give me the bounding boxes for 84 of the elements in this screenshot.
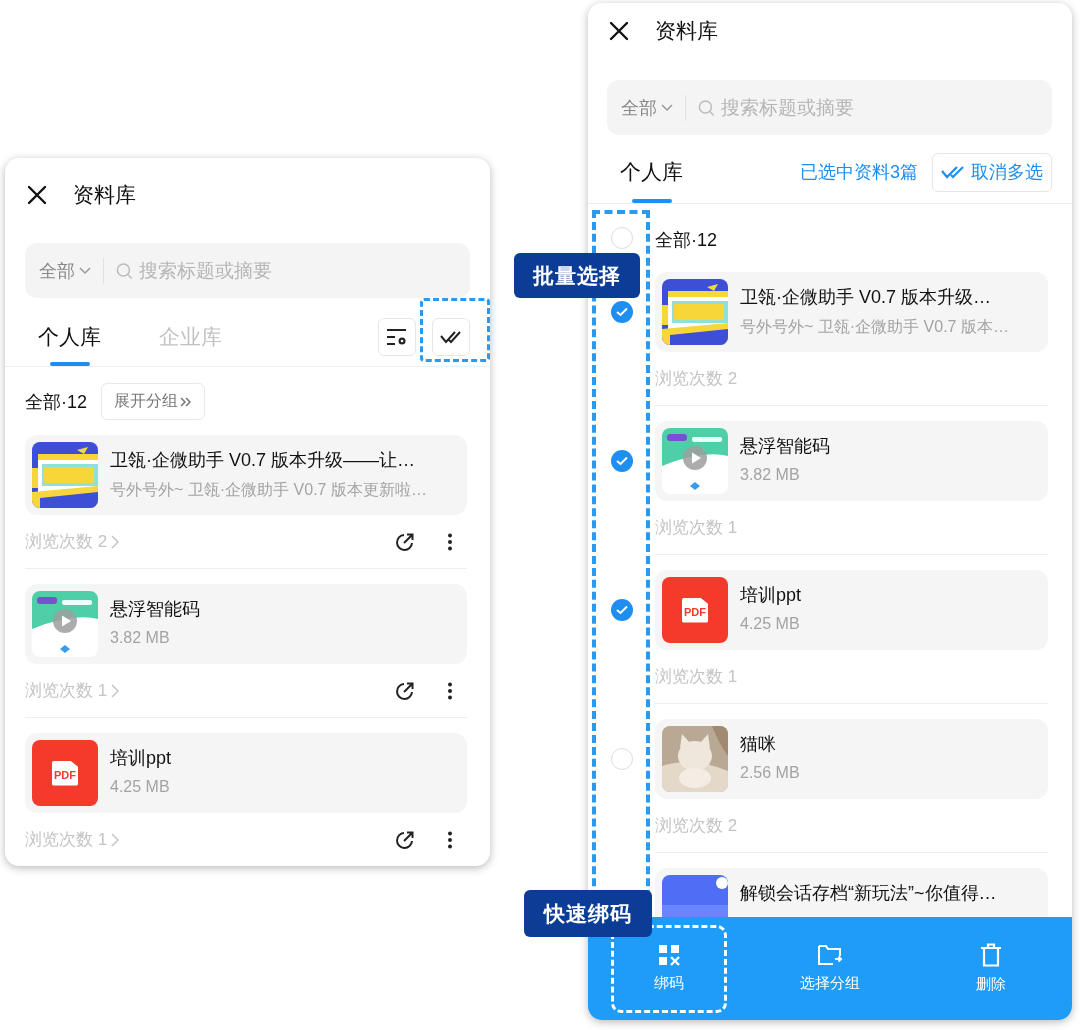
checkmark-icon — [615, 456, 628, 466]
more-button[interactable] — [447, 532, 453, 551]
group-label: 全部·12 — [655, 228, 717, 252]
panel-title: 资料库 — [73, 182, 136, 208]
file-summary: 4.25 MB — [740, 615, 801, 633]
file-card[interactable]: 猫咪 2.56 MB — [655, 719, 1048, 799]
search-icon — [698, 98, 715, 117]
group-settings-button[interactable] — [378, 318, 416, 356]
chevron-right-icon — [111, 534, 120, 549]
file-card[interactable]: 卫瓴·企微助手 V0.7 版本升级——让… 号外号外~ 卫瓴·企微助手 V0.7 版本更新啦… — [25, 435, 467, 515]
file-title: 卫瓴·企微助手 V0.7 版本升级… — [740, 286, 993, 309]
chevron-right-icon — [111, 683, 120, 698]
share-icon — [395, 680, 415, 701]
share-button[interactable] — [395, 680, 415, 701]
file-summary: 号外号外~ 卫瓴·企微助手 V0.7 版本更新啦… — [110, 480, 427, 500]
view-count: 浏览次数 1 — [25, 829, 108, 851]
file-summary: 4.25 MB — [110, 778, 171, 796]
view-count: 浏览次数 2 — [655, 368, 738, 390]
file-card[interactable]: PDF 培训ppt 4.25 MB — [25, 733, 467, 813]
play-icon — [683, 446, 707, 470]
checkbox[interactable] — [610, 599, 633, 621]
callout-label: 批量选择 — [514, 253, 640, 298]
double-chevron-icon — [180, 395, 192, 408]
file-type-label: PDF — [682, 597, 708, 623]
checkbox[interactable] — [610, 748, 633, 770]
chevron-down-icon — [661, 103, 673, 112]
play-icon — [53, 609, 77, 633]
checkmark-icon — [615, 307, 628, 317]
file-summary: 2.56 MB — [740, 764, 800, 782]
close-button[interactable] — [609, 21, 629, 41]
file-summary: 号外号外~ 卫瓴·企微助手 V0.7 版本… — [740, 317, 1009, 337]
view-count: 浏览次数 2 — [25, 531, 108, 553]
checkbox[interactable] — [610, 301, 633, 323]
search-icon — [116, 261, 133, 280]
more-icon — [447, 532, 453, 551]
callout-label: 快速绑码 — [524, 890, 652, 937]
close-button[interactable] — [27, 185, 47, 205]
file-type-label: PDF — [52, 760, 78, 786]
more-icon — [447, 681, 453, 700]
file-title: 培训ppt — [740, 584, 802, 607]
file-title: 卫瓴·企微助手 V0.7 版本升级——让… — [110, 449, 417, 472]
search-input[interactable]: 搜索标题或摘要 — [718, 95, 1038, 120]
qr-code-icon — [657, 944, 680, 966]
file-title: 猫咪 — [740, 733, 777, 756]
folder-icon — [817, 944, 843, 966]
file-card[interactable]: 悬浮智能码 3.82 MB — [655, 421, 1048, 501]
search-input[interactable]: 搜索标题或摘要 — [136, 258, 456, 283]
checkmark-icon — [615, 605, 628, 615]
list-settings-icon — [386, 328, 408, 346]
trash-icon — [980, 943, 1003, 967]
library-tab[interactable]: 个人库 — [615, 141, 688, 203]
file-card[interactable]: 解锁会话存档“新玩法”~你值得… — [655, 868, 1048, 917]
more-button[interactable] — [447, 830, 453, 849]
file-title: 解锁会话存档“新玩法”~你值得… — [740, 882, 997, 905]
file-summary: 3.82 MB — [110, 629, 171, 647]
selection-count: 已选中资料3篇 — [800, 161, 918, 184]
view-count: 浏览次数 1 — [655, 517, 738, 539]
share-icon — [395, 531, 415, 552]
file-title: 培训ppt — [110, 747, 172, 770]
file-summary: 3.82 MB — [740, 466, 801, 484]
panel-title: 资料库 — [655, 18, 718, 44]
view-count: 浏览次数 2 — [655, 815, 738, 837]
file-card[interactable]: PDF 培训ppt 4.25 MB — [655, 570, 1048, 650]
view-count: 浏览次数 1 — [25, 680, 108, 702]
double-check-icon — [941, 165, 965, 179]
library-tab[interactable]: 个人库 — [33, 308, 106, 366]
file-card[interactable]: 悬浮智能码 3.82 MB — [25, 584, 467, 664]
more-icon — [447, 830, 453, 849]
file-card[interactable]: 卫瓴·企微助手 V0.7 版本升级… 号外号外~ 卫瓴·企微助手 V0.7 版本… — [655, 272, 1048, 352]
group-label: 全部·12 — [25, 390, 87, 414]
checkbox[interactable] — [610, 450, 633, 472]
chevron-down-icon — [79, 266, 91, 275]
file-title: 悬浮智能码 — [740, 435, 830, 458]
double-check-icon — [440, 330, 462, 344]
share-button[interactable] — [395, 829, 415, 850]
expand-groups-button[interactable]: 展开分组 — [101, 383, 205, 420]
share-button[interactable] — [395, 531, 415, 552]
chevron-right-icon — [111, 832, 120, 847]
file-title: 悬浮智能码 — [110, 598, 200, 621]
multiselect-button[interactable] — [432, 318, 470, 356]
view-count: 浏览次数 1 — [655, 666, 738, 688]
more-button[interactable] — [447, 681, 453, 700]
checkbox[interactable] — [610, 227, 633, 249]
share-icon — [395, 829, 415, 850]
